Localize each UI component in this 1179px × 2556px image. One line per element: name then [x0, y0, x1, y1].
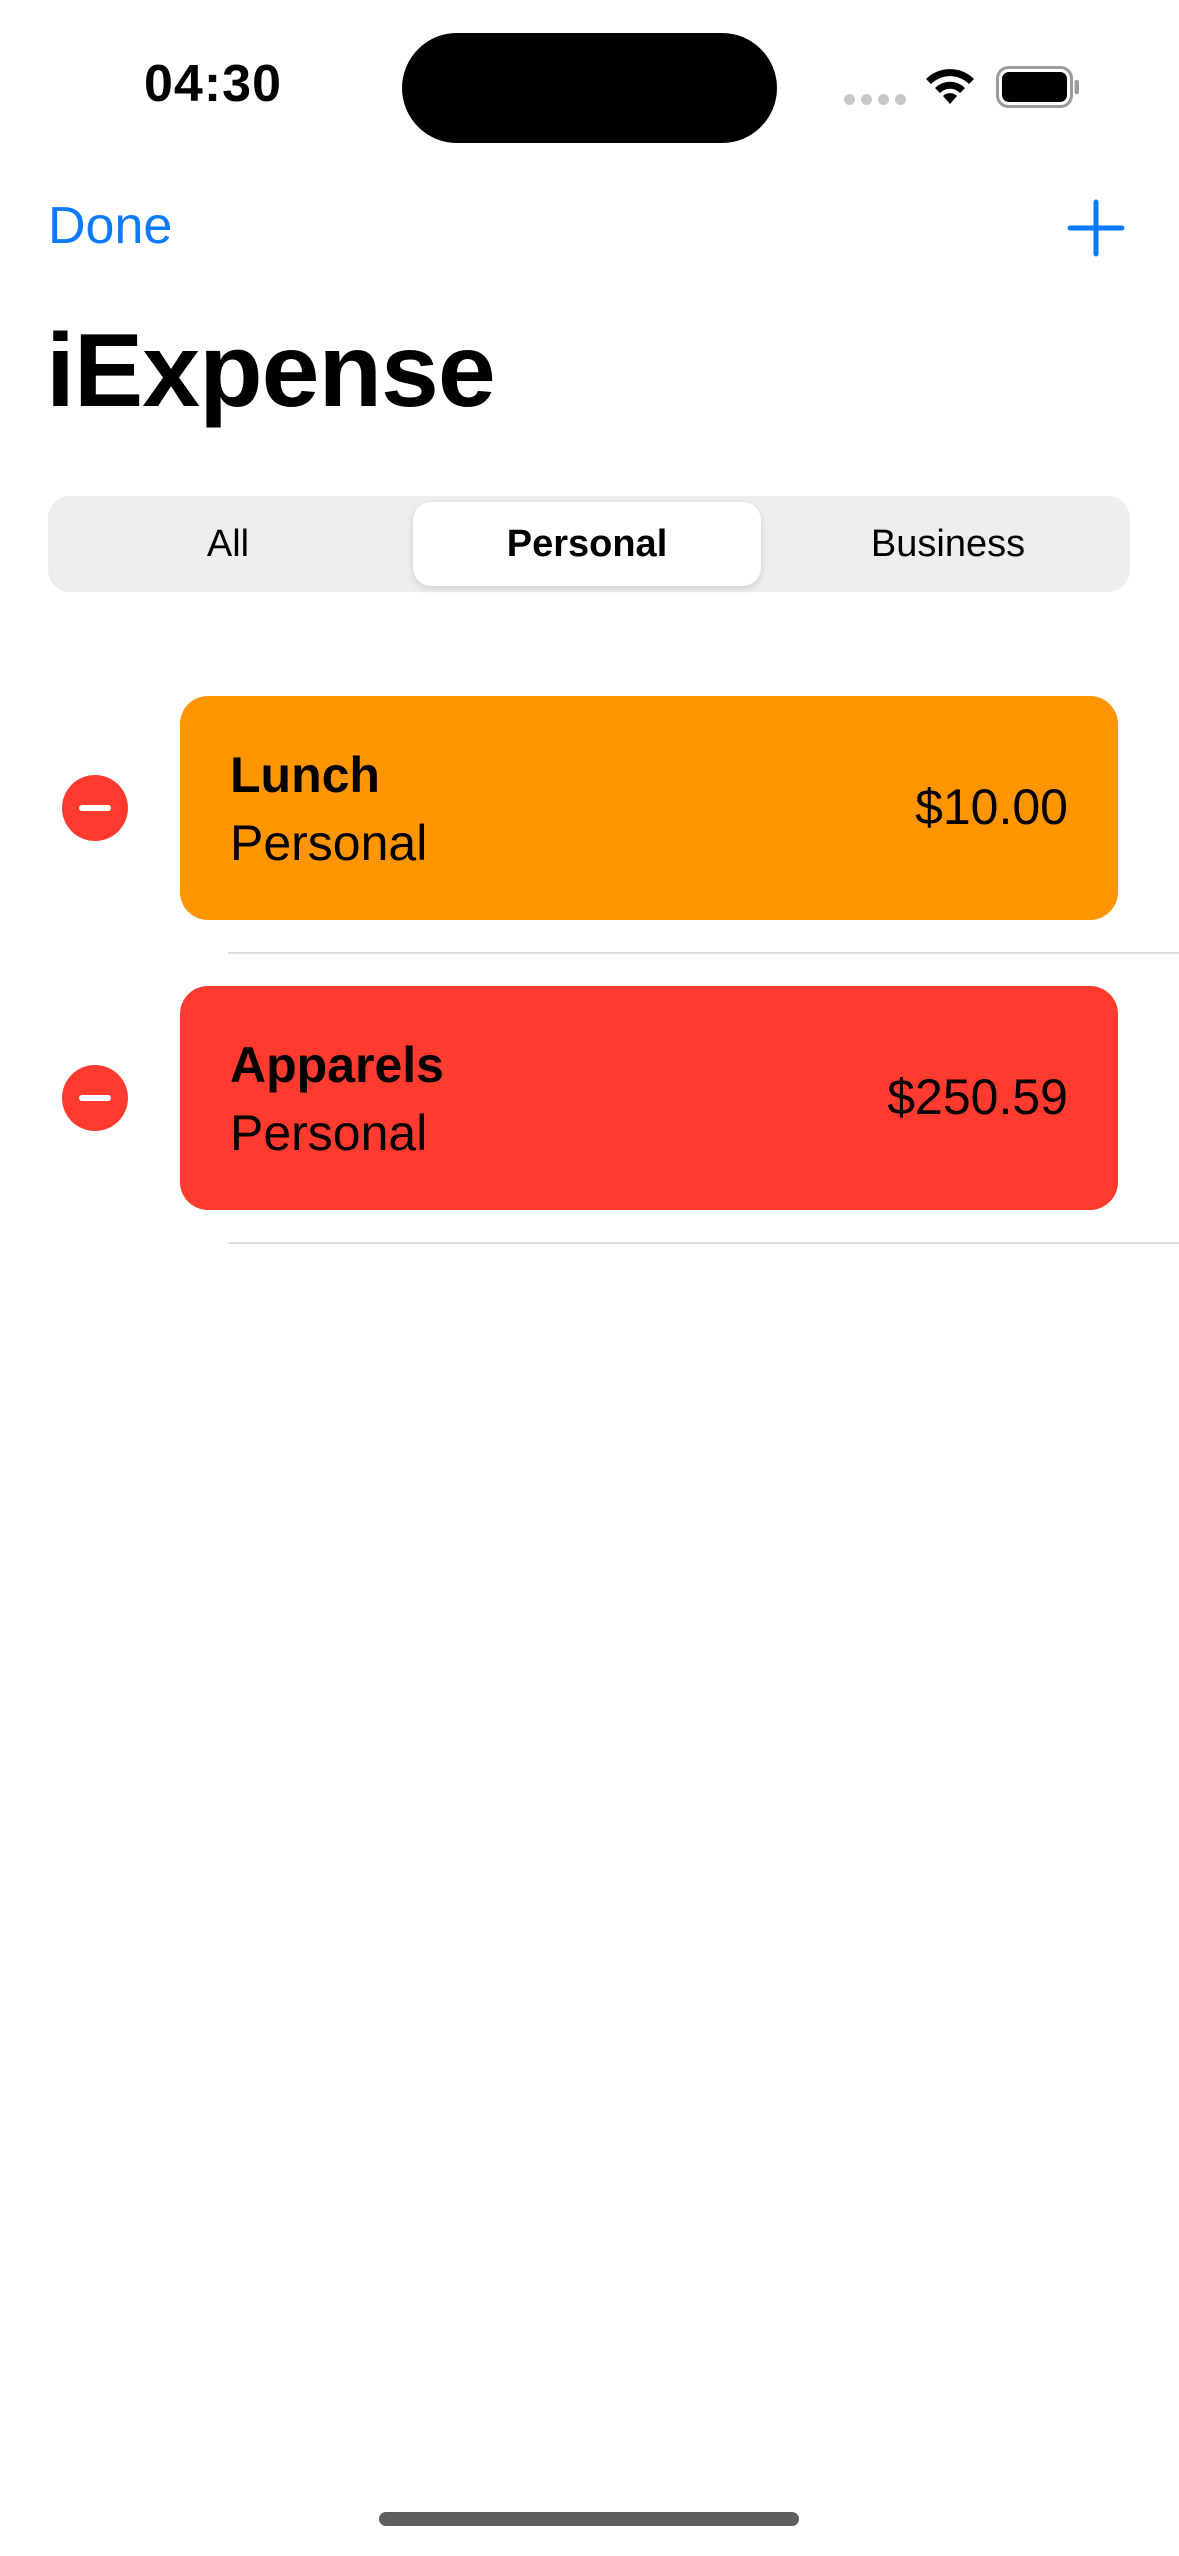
plus-icon[interactable] — [1066, 198, 1126, 258]
expense-type: Personal — [230, 815, 428, 871]
expense-card[interactable]: Apparels Personal $250.59 — [180, 986, 1118, 1210]
done-button[interactable]: Done — [48, 196, 172, 256]
row-separator — [228, 1242, 1179, 1244]
home-indicator[interactable] — [379, 2512, 799, 2526]
row-separator — [228, 952, 1179, 954]
battery-icon — [996, 66, 1079, 108]
expense-name: Apparels — [230, 1037, 444, 1093]
expense-amount: $10.00 — [915, 779, 1068, 835]
minus-icon — [79, 1095, 111, 1101]
expense-name: Lunch — [230, 747, 380, 803]
wifi-icon — [926, 69, 974, 104]
cellular-icon — [844, 94, 906, 106]
minus-icon — [79, 805, 111, 811]
segment-business[interactable]: Business — [774, 502, 1122, 586]
segment-all[interactable]: All — [54, 502, 402, 586]
dynamic-island — [402, 33, 777, 143]
expense-amount: $250.59 — [887, 1069, 1068, 1125]
page-title: iExpense — [46, 313, 496, 429]
segment-personal[interactable]: Personal — [413, 502, 761, 586]
list-item: Apparels Personal $250.59 — [0, 986, 1179, 1210]
list-item: Lunch Personal $10.00 — [0, 696, 1179, 920]
delete-button[interactable] — [62, 775, 128, 841]
delete-button[interactable] — [62, 1065, 128, 1131]
status-time: 04:30 — [144, 55, 282, 113]
expense-card[interactable]: Lunch Personal $10.00 — [180, 696, 1118, 920]
expense-type: Personal — [230, 1105, 428, 1161]
segmented-control: All Personal Business — [48, 496, 1130, 592]
